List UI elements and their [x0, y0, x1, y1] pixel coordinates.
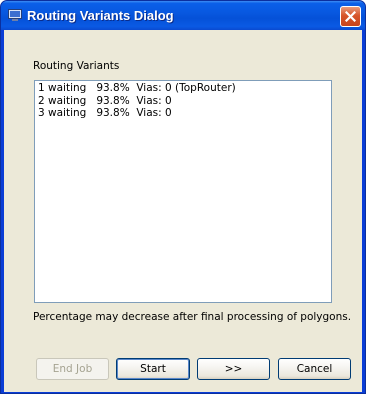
close-button[interactable] — [340, 6, 361, 27]
app-window-icon — [8, 9, 22, 22]
dialog-window: Routing Variants Dialog Routing Variants… — [0, 0, 366, 394]
end-job-button[interactable]: End Job — [36, 358, 109, 380]
close-icon — [345, 11, 356, 22]
list-item[interactable]: 3 waiting 93.8% Vias: 0 — [38, 107, 331, 120]
percentage-note: Percentage may decrease after final proc… — [33, 311, 352, 323]
routing-variants-label: Routing Variants — [33, 60, 120, 72]
title-bar[interactable]: Routing Variants Dialog — [1, 1, 365, 30]
next-button[interactable]: >> — [197, 358, 270, 380]
start-button[interactable]: Start — [116, 358, 190, 380]
window-title: Routing Variants Dialog — [27, 8, 174, 23]
list-item[interactable]: 2 waiting 93.8% Vias: 0 — [38, 95, 331, 108]
list-item[interactable]: 1 waiting 93.8% Vias: 0 (TopRouter) — [38, 82, 331, 95]
cancel-button[interactable]: Cancel — [278, 358, 351, 380]
dialog-client-area: Routing Variants 1 waiting 93.8% Vias: 0… — [4, 30, 362, 392]
routing-variants-list[interactable]: 1 waiting 93.8% Vias: 0 (TopRouter) 2 wa… — [34, 80, 332, 303]
